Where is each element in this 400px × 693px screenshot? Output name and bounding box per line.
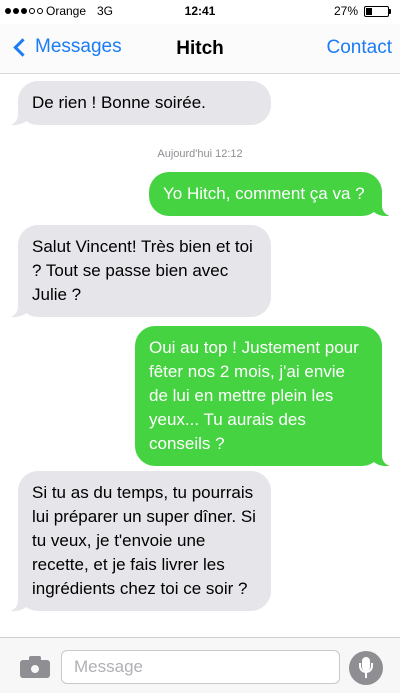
camera-icon[interactable] xyxy=(20,656,50,678)
battery-tip xyxy=(389,9,391,14)
message-bubble-incoming[interactable]: Salut Vincent! Très bien et toi ? Tout s… xyxy=(8,225,271,317)
message-composer xyxy=(0,637,400,693)
message-text: Salut Vincent! Très bien et toi ? Tout s… xyxy=(32,237,253,304)
message-text: De rien ! Bonne soirée. xyxy=(32,93,206,112)
message-thread[interactable]: De rien ! Bonne soirée. Aujourd'hui 12:1… xyxy=(0,75,400,637)
message-bubble-outgoing[interactable]: Yo Hitch, comment ça va ? xyxy=(149,172,392,216)
message-text: Yo Hitch, comment ça va ? xyxy=(163,184,365,203)
message-bubble-incoming[interactable]: Si tu as du temps, tu pourrais lui prépa… xyxy=(8,471,271,611)
message-bubble-outgoing[interactable]: Oui au top ! Justement pour fêter nos 2 … xyxy=(135,326,392,466)
battery-percent: 27% xyxy=(334,4,359,18)
contact-button[interactable]: Contact xyxy=(327,37,392,59)
message-text: Oui au top ! Justement pour fêter nos 2 … xyxy=(149,338,359,453)
message-text: Si tu as du temps, tu pourrais lui prépa… xyxy=(32,483,256,598)
message-timestamp: Aujourd'hui 12:12 xyxy=(157,148,243,160)
message-bubble-incoming[interactable]: De rien ! Bonne soirée. xyxy=(8,81,271,125)
microphone-icon[interactable] xyxy=(349,651,383,685)
navigation-bar: Messages Hitch Contact xyxy=(0,24,400,74)
battery-icon xyxy=(364,6,389,17)
status-bar: Orange 3G 12:41 27% xyxy=(0,0,400,24)
message-input[interactable] xyxy=(61,650,340,684)
